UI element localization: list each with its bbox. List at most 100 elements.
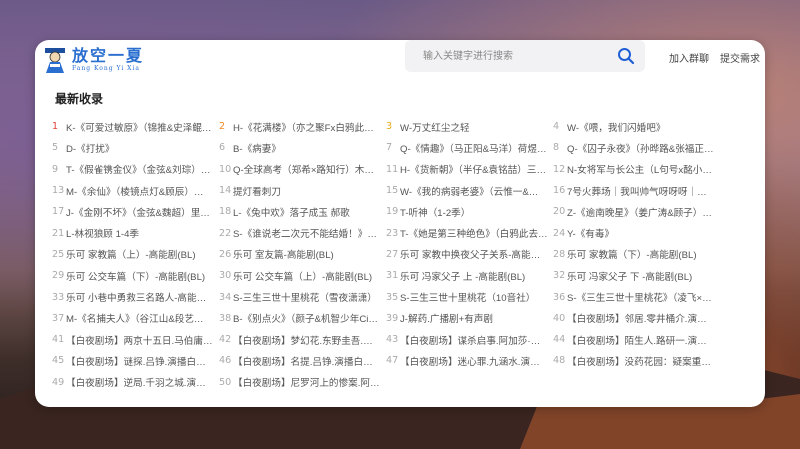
list-item[interactable]: 36 S-《三生三世十里桃花》（凌飞×… (553, 286, 720, 307)
item-title[interactable]: 乐可 公交车篇（下）-高能剧(BL) (66, 269, 205, 283)
list-item[interactable]: 28 乐可 家教篇（下）-高能剧(BL) (553, 244, 720, 265)
list-item[interactable]: 49 【白夜剧场】逆局.千羽之城.演播… (52, 372, 219, 393)
list-item[interactable]: 24 Y-《有毒》 (553, 222, 720, 243)
item-title[interactable]: Q-《情趣》（马正阳&马洋）荷煜… (400, 141, 547, 155)
item-title[interactable]: 【白夜剧场】名提.吕铮.演播白夜… (233, 354, 381, 368)
item-title[interactable]: W-《我的病弱老婆》（云惟一&… (400, 184, 538, 198)
list-item[interactable]: 48 【白夜剧场】没药花园：疑案重现… (553, 350, 720, 371)
item-title[interactable]: 乐可 家教篇（上）-高能剧(BL) (66, 247, 196, 261)
list-item[interactable]: 31 乐可 冯家父子 上 -高能剧(BL) (386, 265, 553, 286)
item-title[interactable]: 【白夜剧场】迷心罪.九涵水.演播… (400, 354, 548, 368)
item-title[interactable]: 【白夜剧场】逆局.千羽之城.演播… (66, 375, 214, 389)
list-item[interactable]: 18 L-《兔中欢》落子成玉 郝歌 (219, 201, 386, 222)
list-item[interactable]: 20 Z-《逾南晚星》（姜广涛&顾子）… (553, 201, 720, 222)
item-title[interactable]: S-《三生三世十里桃花》（凌飞×… (567, 290, 712, 304)
item-title[interactable]: 乐可 冯家父子 上 -高能剧(BL) (400, 269, 525, 283)
list-item[interactable]: 9 T-《假雀镌金仪》（金弦&刘琮）… (52, 159, 219, 180)
item-title[interactable]: 提灯看刺刀 (233, 184, 281, 198)
list-item[interactable]: 3 W-万丈红尘之轻 (386, 116, 553, 137)
list-item[interactable]: 6 B-《病妻》 (219, 137, 386, 158)
item-title[interactable]: Q-全球高考（郑希×路知行）木苏… (233, 162, 381, 176)
list-item[interactable]: 14 提灯看刺刀 (219, 180, 386, 201)
nav-join-group[interactable]: 加入群聊 (669, 50, 709, 65)
item-title[interactable]: H-《花满楼》（亦之聚Fx白鸦此去） (233, 120, 381, 134)
list-item[interactable]: 26 乐可 室友篇-高能剧(BL) (219, 244, 386, 265)
item-title[interactable]: 乐可 公交车篇（上）-高能剧(BL) (233, 269, 372, 283)
list-item[interactable]: 11 H-《货新朝》（半仔&袁铭喆）三… (386, 159, 553, 180)
item-title[interactable]: J-《金刚不坏》（金弦&魏超）里… (66, 205, 210, 219)
list-item[interactable]: 33 乐可 小巷中勇救三名路人-高能剧(… (52, 286, 219, 307)
list-item[interactable]: 42 【白夜剧场】梦幻花.东野圭吾.演… (219, 329, 386, 350)
list-item[interactable]: 12 N-女将军与长公主（L句号x酩小酩… (553, 159, 720, 180)
item-title[interactable]: Q-《囚子永夜》（孙晔路&张福正… (567, 141, 714, 155)
item-title[interactable]: 乐可 室友篇-高能剧(BL) (233, 247, 334, 261)
item-title[interactable]: 乐可 冯家父子 下 -高能剧(BL) (567, 269, 692, 283)
item-title[interactable]: S-三生三世十里桃花（10音社） (400, 290, 535, 304)
item-title[interactable]: J-解药.广播剧+有声剧 (400, 311, 493, 325)
list-item[interactable]: 43 【白夜剧场】谋杀启事.阿加莎·克… (386, 329, 553, 350)
list-item[interactable]: 10 Q-全球高考（郑希×路知行）木苏… (219, 159, 386, 180)
list-item[interactable]: 38 B-《别点火》（颜子&机智少年Ci… (219, 308, 386, 329)
list-item[interactable]: 32 乐可 冯家父子 下 -高能剧(BL) (553, 265, 720, 286)
list-item[interactable]: 21 L-林视狼顾 1-4季 (52, 222, 219, 243)
item-title[interactable]: 【白夜剧场】没药花园：疑案重现… (567, 354, 715, 368)
item-title[interactable]: S-三生三世十里桃花（雪夜潇潇） (233, 290, 377, 304)
list-item[interactable]: 1 K-《可爱过敏原》（锦推&史泽鲲… (52, 116, 219, 137)
list-item[interactable]: 44 【白夜剧场】陌生人.路研一.演播… (553, 329, 720, 350)
item-title[interactable]: 【白夜剧场】尼罗河上的惨案.阿加… (233, 375, 381, 389)
list-item[interactable]: 5 D-《打扰》 (52, 137, 219, 158)
item-title[interactable]: 乐可 家教篇（下）-高能剧(BL) (567, 247, 697, 261)
item-title[interactable]: M-《名捕夫人》（谷江山&段艺… (66, 311, 204, 325)
item-title[interactable]: 乐可 小巷中勇救三名路人-高能剧(… (66, 290, 214, 304)
item-title[interactable]: 【白夜剧场】谜探.吕铮.演播白夜… (66, 354, 214, 368)
item-title[interactable]: T-《她是第三种绝色》（白鸦此去… (400, 226, 548, 240)
list-item[interactable]: 17 J-《金刚不坏》（金弦&魏超）里… (52, 201, 219, 222)
list-item[interactable]: 45 【白夜剧场】谜探.吕铮.演播白夜… (52, 350, 219, 371)
list-item[interactable]: 25 乐可 家教篇（上）-高能剧(BL) (52, 244, 219, 265)
list-item[interactable]: 4 W-《喂，我们闪婚吧》 (553, 116, 720, 137)
list-item[interactable]: 29 乐可 公交车篇（下）-高能剧(BL) (52, 265, 219, 286)
item-title[interactable]: B-《病妻》 (233, 141, 281, 155)
item-title[interactable]: 乐可 家教中换夜父子关系-高能剧(… (400, 247, 548, 261)
list-item[interactable]: 30 乐可 公交车篇（上）-高能剧(BL) (219, 265, 386, 286)
item-title[interactable]: 【白夜剧场】邻居.零井桶介.演播… (567, 311, 715, 325)
list-item[interactable]: 34 S-三生三世十里桃花（雪夜潇潇） (219, 286, 386, 307)
item-title[interactable]: 【白夜剧场】谋杀启事.阿加莎·克… (400, 333, 548, 347)
item-title[interactable]: W-万丈红尘之轻 (400, 120, 470, 134)
item-title[interactable]: T-听神（1-2季） (400, 205, 470, 219)
nav-submit-request[interactable]: 提交需求 (720, 50, 760, 65)
item-title[interactable]: Z-《逾南晚星》（姜广涛&顾子）… (567, 205, 712, 219)
list-item[interactable]: 19 T-听神（1-2季） (386, 201, 553, 222)
item-title[interactable]: L-林视狼顾 1-4季 (66, 226, 139, 240)
list-item[interactable]: 40 【白夜剧场】邻居.零井桶介.演播… (553, 308, 720, 329)
list-item[interactable]: 15 W-《我的病弱老婆》（云惟一&… (386, 180, 553, 201)
list-item[interactable]: 41 【白夜剧场】两京十五日.马伯庸… (52, 329, 219, 350)
search-icon[interactable] (617, 47, 635, 65)
item-title[interactable]: T-《假雀镌金仪》（金弦&刘琮）… (66, 162, 210, 176)
item-title[interactable]: B-《别点火》（颜子&机智少年Ci… (233, 311, 378, 325)
item-title[interactable]: L-《兔中欢》落子成玉 郝歌 (233, 205, 350, 219)
list-item[interactable]: 7 Q-《情趣》（马正阳&马洋）荷煜… (386, 137, 553, 158)
item-title[interactable]: N-女将军与长公主（L句号x酩小酩… (567, 162, 715, 176)
list-item[interactable]: 13 M-《余仙》（棱镜点灯&顾辰）… (52, 180, 219, 201)
list-item[interactable]: 39 J-解药.广播剧+有声剧 (386, 308, 553, 329)
list-item[interactable]: 46 【白夜剧场】名提.吕铮.演播白夜… (219, 350, 386, 371)
list-item[interactable]: 23 T-《她是第三种绝色》（白鸦此去… (386, 222, 553, 243)
item-title[interactable]: 【白夜剧场】陌生人.路研一.演播… (567, 333, 715, 347)
list-item[interactable]: 22 S-《谁说老二次元不能结婚！》（… (219, 222, 386, 243)
list-item[interactable]: 2 H-《花满楼》（亦之聚Fx白鸦此去） (219, 116, 386, 137)
item-title[interactable]: 【白夜剧场】两京十五日.马伯庸… (66, 333, 213, 347)
site-logo[interactable]: 放空一夏 Fang Kong Yi Xia (42, 45, 157, 75)
item-title[interactable]: K-《可爱过敏原》（锦推&史泽鲲… (66, 120, 212, 134)
item-title[interactable]: H-《货新朝》（半仔&袁铭喆）三… (400, 162, 546, 176)
item-title[interactable]: 【白夜剧场】梦幻花.东野圭吾.演… (233, 333, 381, 347)
list-item[interactable]: 47 【白夜剧场】迷心罪.九涵水.演播… (386, 350, 553, 371)
list-item[interactable]: 37 M-《名捕夫人》（谷江山&段艺… (52, 308, 219, 329)
list-item[interactable]: 50 【白夜剧场】尼罗河上的惨案.阿加… (219, 372, 386, 393)
item-title[interactable]: S-《谁说老二次元不能结婚！》（… (233, 226, 381, 240)
list-item[interactable]: 16 7号火葬场｜我叫帅气呀呀呀｜仓… (553, 180, 720, 201)
list-item[interactable]: 27 乐可 家教中换夜父子关系-高能剧(… (386, 244, 553, 265)
list-item[interactable]: 35 S-三生三世十里桃花（10音社） (386, 286, 553, 307)
search-input[interactable] (421, 49, 605, 63)
item-title[interactable]: Y-《有毒》 (567, 226, 614, 240)
